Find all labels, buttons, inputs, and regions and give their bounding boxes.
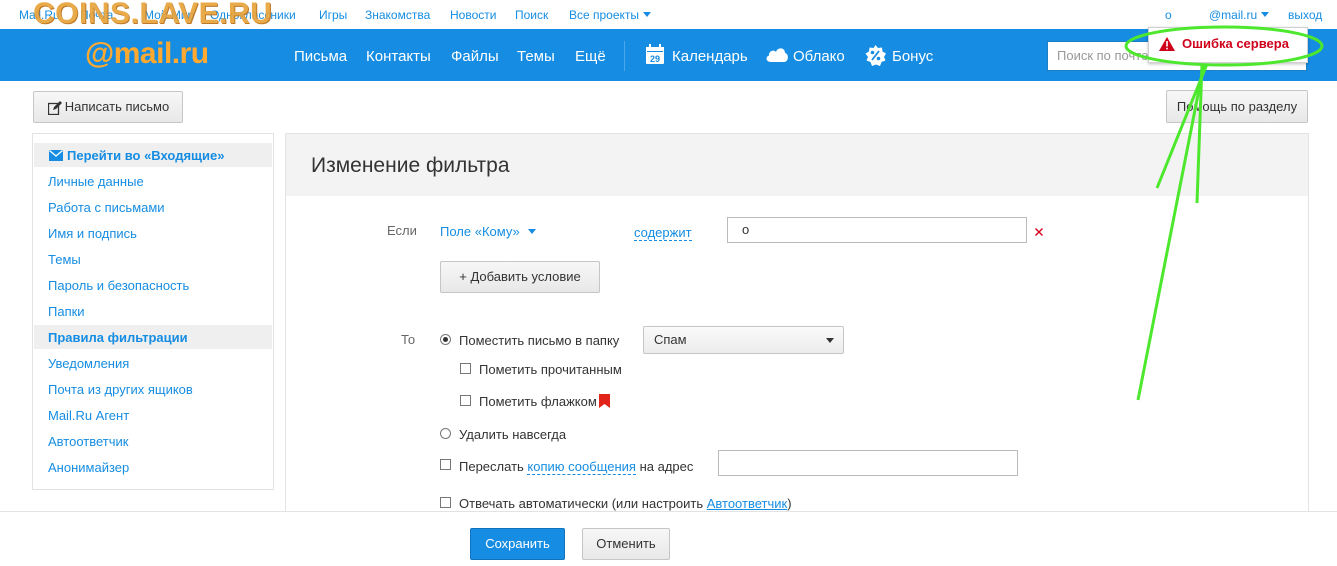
- then-label: То: [401, 332, 416, 347]
- mark-read-label: Пометить прочитанным: [479, 362, 622, 377]
- user-initial[interactable]: о: [1165, 8, 1172, 22]
- forward-checkbox[interactable]: [440, 459, 451, 470]
- sidebar-item-filters[interactable]: Правила фильтрации: [48, 330, 188, 345]
- nav-themes[interactable]: Темы: [517, 48, 555, 65]
- portal-bar: Mail.Ru Почта Мой Мир Одноклассники Игры…: [0, 0, 1337, 30]
- mark-flag-label: Пометить флажком: [479, 394, 597, 409]
- sidebar-item-personal[interactable]: Личные данные: [48, 174, 144, 189]
- mailru-logo[interactable]: @mail.ru: [85, 37, 209, 71]
- help-section-button[interactable]: Помощь по разделу: [1166, 90, 1308, 123]
- mark-flag-checkbox[interactable]: [460, 395, 471, 406]
- sidebar-item-inbox[interactable]: Перейти во «Входящие»: [67, 148, 224, 163]
- nav-contacts[interactable]: Контакты: [366, 48, 431, 65]
- autoreply-label: Отвечать автоматически (или настроить Ав…: [459, 496, 792, 511]
- save-button[interactable]: Сохранить: [470, 528, 565, 560]
- forward-suffix: на адрес: [639, 459, 694, 474]
- compose-button[interactable]: Написать письмо: [33, 91, 183, 123]
- header-divider: [624, 41, 625, 71]
- forward-address-input[interactable]: [718, 450, 1018, 476]
- portal-link-dating[interactable]: Знакомства: [365, 8, 430, 22]
- filter-edit-panel: Изменение фильтра Если Поле «Кому» содер…: [285, 133, 1309, 523]
- delete-forever-radio[interactable]: [440, 428, 451, 439]
- field-select[interactable]: Поле «Кому»: [440, 224, 537, 239]
- sidebar-item-signature[interactable]: Имя и подпись: [48, 226, 137, 241]
- sidebar-item-notifications[interactable]: Уведомления: [48, 356, 129, 371]
- field-select-value: Поле «Кому»: [440, 224, 520, 239]
- condition-value-input[interactable]: о: [727, 217, 1027, 243]
- sidebar-item-folders[interactable]: Папки: [48, 304, 85, 319]
- sidebar-item-letters[interactable]: Работа с письмами: [48, 200, 165, 215]
- forward-copy-link[interactable]: копию сообщения: [527, 459, 636, 475]
- nav-files[interactable]: Файлы: [451, 48, 499, 65]
- autoreply-prefix: Отвечать автоматически (или настроить: [459, 496, 704, 511]
- bonus-percent-icon: [865, 45, 886, 66]
- server-error-text: Ошибка сервера: [1182, 36, 1289, 51]
- sidebar-item-other-mailboxes[interactable]: Почта из других ящиков: [48, 382, 193, 397]
- portal-link-news[interactable]: Новости: [450, 8, 496, 22]
- chevron-down-icon: [528, 229, 537, 234]
- portal-link-search[interactable]: Поиск: [515, 8, 548, 22]
- compose-label: Написать письмо: [64, 99, 170, 114]
- page-title: Изменение фильтра: [311, 154, 510, 177]
- folder-select-value: Спам: [654, 332, 687, 347]
- sidebar-item-autoreply[interactable]: Автоответчик: [48, 434, 128, 449]
- autoreply-link[interactable]: Автоответчик: [707, 496, 787, 511]
- mark-read-checkbox[interactable]: [460, 363, 471, 374]
- condition-select[interactable]: содержит: [634, 225, 692, 241]
- portal-link-games[interactable]: Игры: [319, 8, 347, 22]
- sidebar-item-agent[interactable]: Mail.Ru Агент: [48, 408, 129, 423]
- flag-icon: [599, 394, 610, 408]
- sidebar-item-security[interactable]: Пароль и безопасность: [48, 278, 189, 293]
- add-condition-button[interactable]: + Добавить условие: [440, 261, 600, 293]
- user-email-dropdown[interactable]: @mail.ru: [1209, 8, 1269, 22]
- sidebar-item-themes[interactable]: Темы: [48, 252, 81, 267]
- autoreply-checkbox[interactable]: [440, 497, 451, 508]
- move-folder-label: Поместить письмо в папку: [459, 333, 620, 348]
- action-footer: Сохранить Отменить: [0, 511, 1337, 566]
- calendar-icon: 29: [646, 44, 664, 64]
- move-folder-radio[interactable]: [440, 334, 451, 345]
- cancel-button[interactable]: Отменить: [582, 528, 670, 560]
- panel-header: Изменение фильтра: [286, 134, 1308, 196]
- warning-icon: [1159, 37, 1175, 51]
- sidebar-item-anonymizer[interactable]: Анонимайзер: [48, 460, 129, 475]
- envelope-icon: [49, 150, 63, 161]
- nav-letters[interactable]: Письма: [294, 48, 347, 65]
- server-error-popup: Ошибка сервера: [1148, 27, 1308, 63]
- if-label: Если: [387, 223, 417, 238]
- forward-label: Переслать копию сообщения на адрес: [459, 459, 694, 475]
- forward-prefix: Переслать: [459, 459, 524, 474]
- delete-forever-label: Удалить навсегда: [459, 427, 567, 442]
- folder-select[interactable]: Спам: [643, 326, 844, 354]
- cloud-icon: [766, 48, 788, 62]
- nav-calendar[interactable]: Календарь: [672, 48, 748, 65]
- settings-sidebar: Перейти во «Входящие» Личные данные Рабо…: [32, 133, 274, 490]
- main-header: @mail.ru Письма Контакты Файлы Темы Ещё …: [0, 29, 1337, 81]
- logout-link[interactable]: выход: [1288, 8, 1322, 22]
- remove-condition-icon[interactable]: [1035, 228, 1043, 236]
- nav-more[interactable]: Ещё: [575, 48, 606, 65]
- all-projects-dropdown[interactable]: Все проекты: [569, 8, 651, 22]
- nav-bonus[interactable]: Бонус: [892, 48, 933, 65]
- svg-text:29: 29: [650, 54, 660, 64]
- autoreply-suffix: ): [787, 496, 792, 511]
- compose-icon: [48, 101, 62, 115]
- watermark: COINS.LAVE.RU: [33, 0, 273, 30]
- chevron-down-icon: [826, 338, 834, 343]
- nav-cloud[interactable]: Облако: [793, 48, 845, 65]
